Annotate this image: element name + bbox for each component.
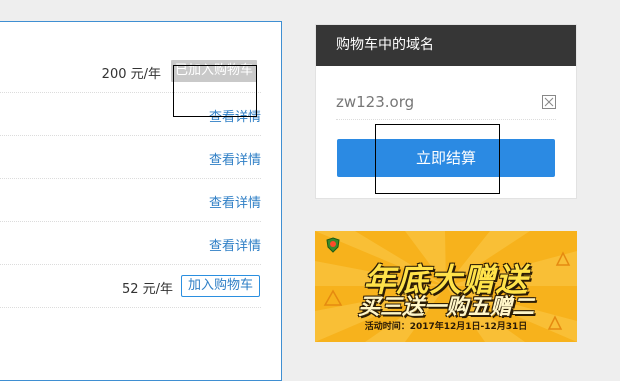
- domain-results-panel: 200 元/年 已加入购物车 查看详情 查看详情 查看详情 查看详情 52 元/…: [0, 21, 282, 381]
- cart-title: 购物车中的域名: [316, 25, 576, 66]
- cart-item: zw123.org: [336, 83, 556, 120]
- view-details-link[interactable]: 查看详情: [209, 149, 261, 168]
- shield-logo-icon: [326, 237, 340, 253]
- result-row: 查看详情: [0, 222, 261, 265]
- result-row: 查看详情: [0, 136, 261, 179]
- view-details-link[interactable]: 查看详情: [209, 235, 261, 254]
- close-box-icon[interactable]: [542, 95, 556, 109]
- view-details-link[interactable]: 查看详情: [209, 106, 261, 125]
- cart-domain-name: zw123.org: [336, 93, 415, 111]
- promo-banner[interactable]: 年底大赠送 买三送一购五赠二 活动时间：2017年12月1日-12月31日: [315, 231, 577, 342]
- added-to-cart-button[interactable]: 已加入购物车: [170, 60, 257, 82]
- checkout-button[interactable]: 立即结算: [337, 139, 555, 177]
- result-row: 200 元/年 已加入购物车: [0, 50, 261, 93]
- result-price: 200 元/年: [101, 67, 161, 82]
- banner-date: 活动时间：2017年12月1日-12月31日: [364, 322, 528, 332]
- add-to-cart-button[interactable]: 加入购物车: [180, 275, 260, 297]
- cart-panel: 购物车中的域名 zw123.org 立即结算: [315, 24, 577, 199]
- view-details-link[interactable]: 查看详情: [209, 192, 261, 211]
- banner-subheadline: 买三送一购五赠二: [357, 295, 534, 320]
- result-row: 查看详情: [0, 179, 261, 222]
- result-row: 查看详情: [0, 93, 261, 136]
- result-row: 52 元/年 加入购物车: [0, 265, 261, 308]
- result-price: 52 元/年: [121, 282, 173, 297]
